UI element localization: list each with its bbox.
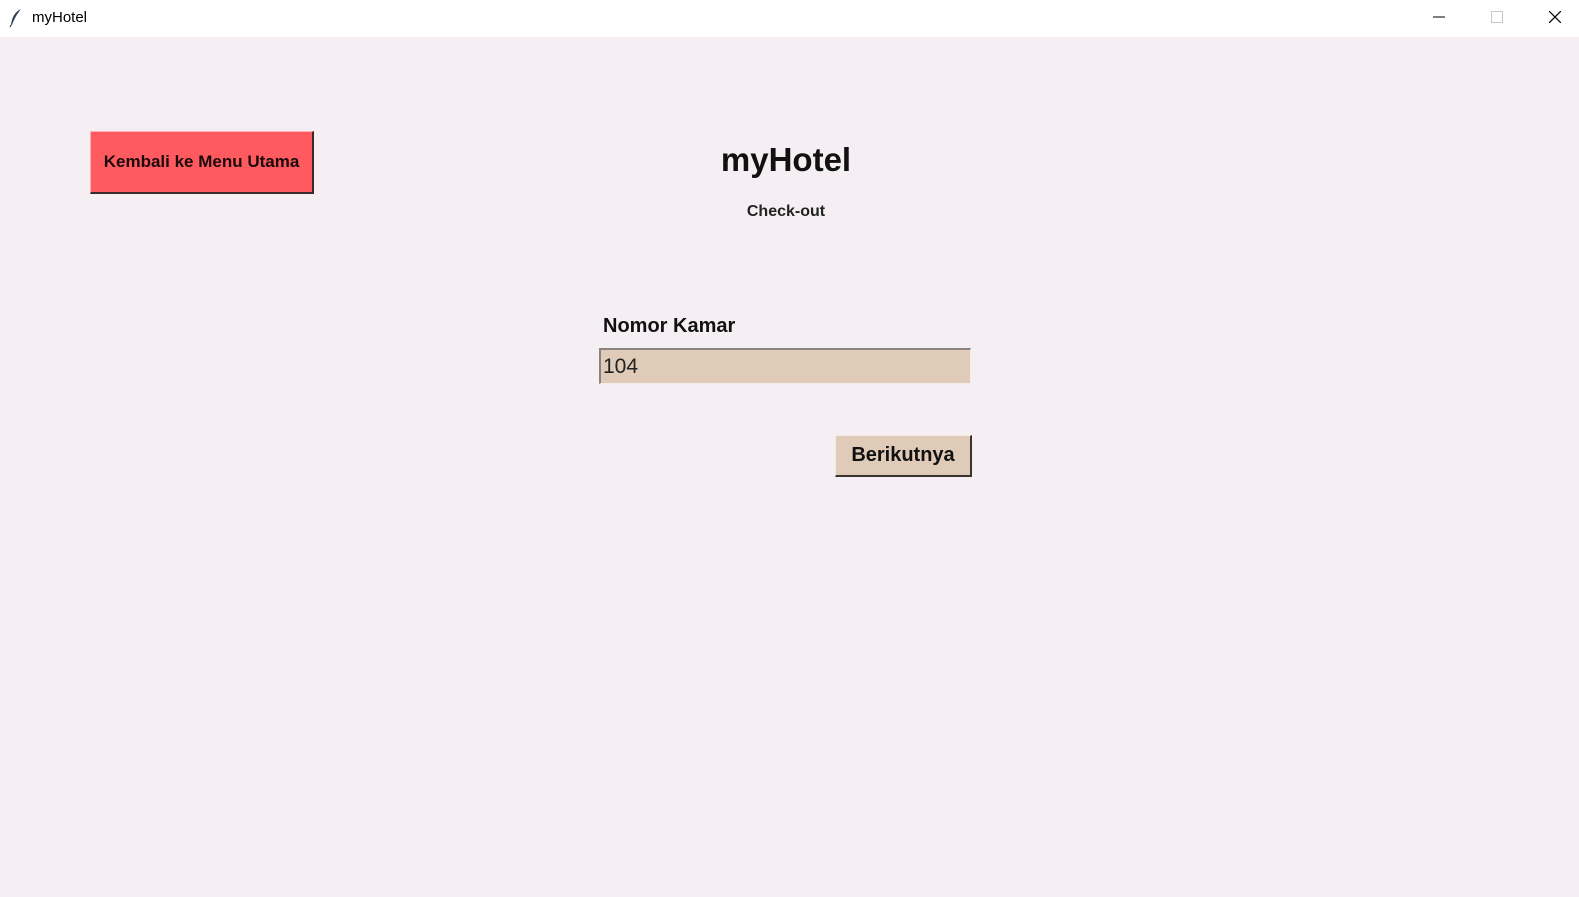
window-title: myHotel xyxy=(32,9,88,26)
minimize-button[interactable] xyxy=(1410,0,1468,37)
maximize-button[interactable] xyxy=(1468,0,1526,37)
maximize-icon xyxy=(1491,10,1503,28)
close-button[interactable] xyxy=(1526,0,1579,37)
minimize-icon xyxy=(1433,10,1445,28)
app-window: myHotel Kembali ke Menu Utama myHotel Ch… xyxy=(0,0,1579,897)
checkout-screen: Kembali ke Menu Utama myHotel Check-out … xyxy=(0,37,1579,897)
feather-icon xyxy=(9,8,23,28)
window-titlebar[interactable]: myHotel xyxy=(0,0,1579,37)
close-icon xyxy=(1548,10,1562,28)
next-button[interactable]: Berikutnya xyxy=(835,435,972,477)
room-number-label: Nomor Kamar xyxy=(603,315,736,337)
app-title: myHotel xyxy=(720,141,852,178)
room-number-input[interactable] xyxy=(599,348,971,384)
page-subtitle: Check-out xyxy=(746,203,826,220)
